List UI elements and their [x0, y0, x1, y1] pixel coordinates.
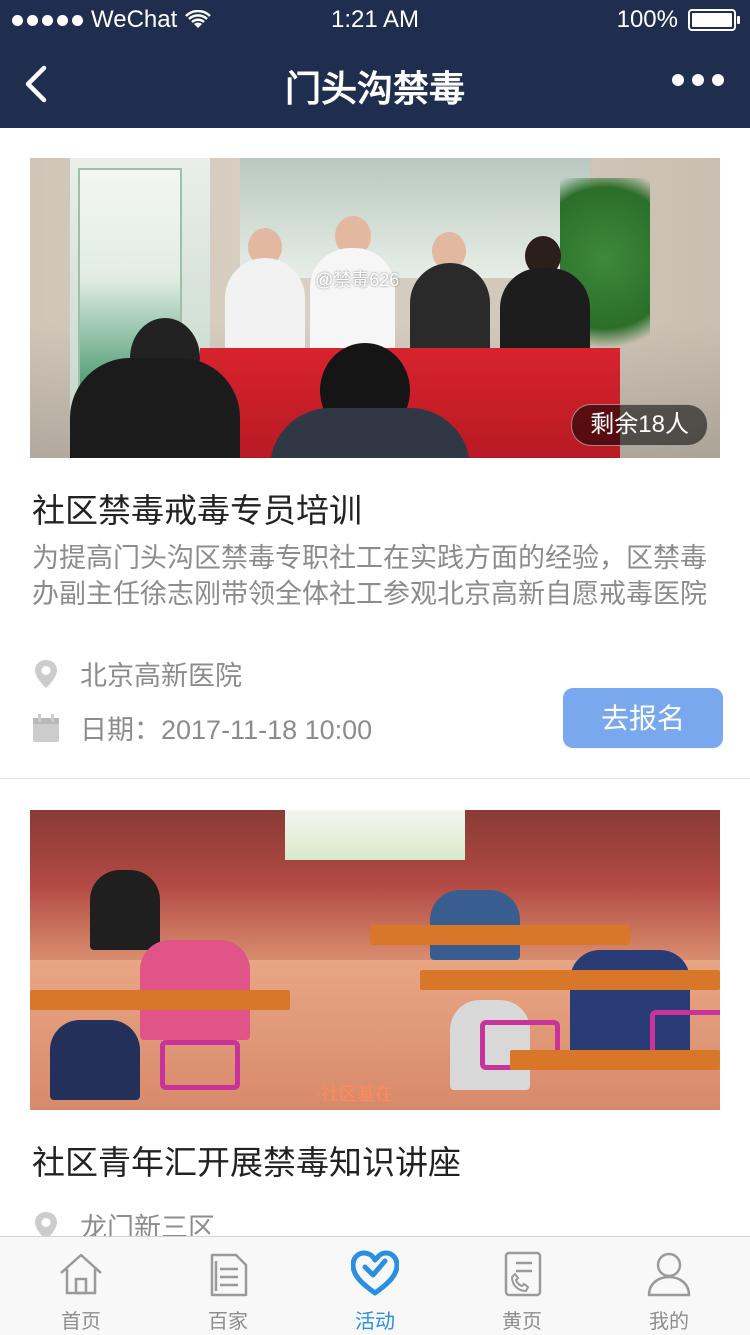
location-text: 北京高新医院	[80, 661, 242, 691]
date-text: 日期：2017-11-18 10:00	[80, 715, 373, 745]
tab-activities[interactable]: 活动	[300, 1237, 450, 1335]
remaining-badge: 剩余18人	[571, 404, 708, 446]
activity-image[interactable]: @禁毒626 剩余18人	[30, 158, 720, 458]
activity-location: 北京高新医院	[32, 654, 242, 693]
tab-mine[interactable]: 我的	[594, 1237, 744, 1335]
tab-label: 活动	[355, 1311, 395, 1333]
activity-date: 日期：2017-11-18 10:00	[32, 708, 372, 747]
calendar-icon	[33, 713, 59, 742]
tab-baijia[interactable]: 百家	[153, 1237, 303, 1335]
battery-info: 100%	[616, 6, 740, 34]
home-icon	[60, 1253, 102, 1295]
signup-button[interactable]: 去报名	[563, 688, 723, 748]
tab-label: 首页	[61, 1311, 101, 1333]
location-pin-icon	[35, 659, 57, 688]
activity-image[interactable]: ·社区基在	[30, 810, 720, 1110]
nav-bar: 门头沟禁毒	[0, 40, 750, 128]
tab-label: 我的	[649, 1311, 689, 1333]
tab-yellow-pages[interactable]: 黄页	[447, 1237, 597, 1335]
heart-hands-icon	[351, 1250, 399, 1296]
battery-icon	[688, 9, 740, 31]
activity-title[interactable]: 社区禁毒戒毒专员培训	[32, 484, 362, 532]
more-menu-icon[interactable]	[672, 74, 724, 86]
tab-label: 黄页	[502, 1311, 542, 1333]
app-header: WeChat 1:21 AM 100% 门头沟禁毒	[0, 0, 750, 128]
document-icon	[210, 1253, 248, 1297]
activity-description: 为提高门头沟区禁毒专职社工在实践方面的经验，区禁毒办副主任徐志刚带领全体社工参观…	[32, 543, 707, 609]
image-floor-text: ·社区基在	[315, 1084, 393, 1104]
card-divider	[0, 778, 750, 779]
battery-percent: 100%	[616, 6, 678, 33]
tab-label: 百家	[208, 1311, 248, 1333]
user-icon	[647, 1252, 691, 1297]
tab-home[interactable]: 首页	[6, 1237, 156, 1335]
status-bar: WeChat 1:21 AM 100%	[0, 0, 750, 40]
page-title: 门头沟禁毒	[284, 68, 465, 109]
activity-title[interactable]: 社区青年汇开展禁毒知识讲座	[32, 1136, 461, 1184]
image-watermark: @禁毒626	[315, 270, 400, 290]
bottom-tab-bar: 首页 百家 活动 黄页 我的	[0, 1236, 750, 1335]
phone-book-icon	[504, 1251, 542, 1297]
